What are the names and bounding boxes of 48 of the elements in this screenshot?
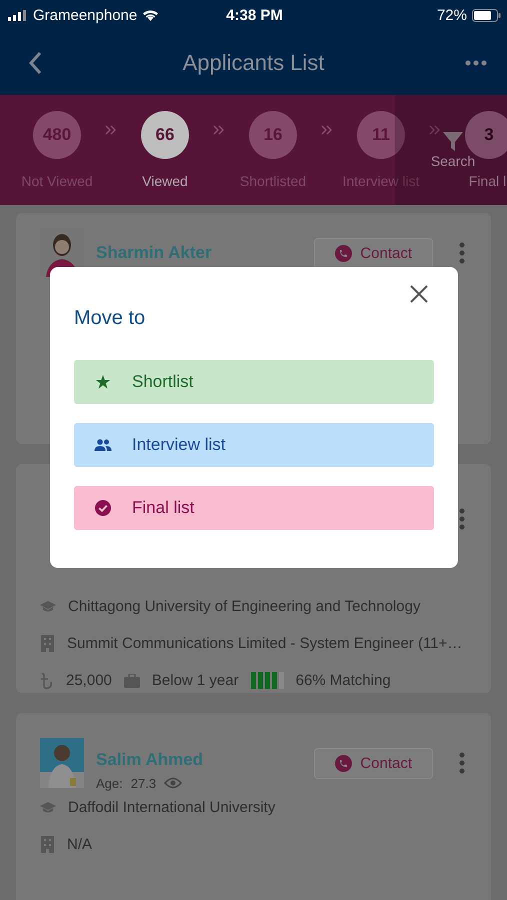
stage-label[interactable]: Final li [468,173,507,189]
move-option[interactable]: Final list [74,486,434,530]
back-icon[interactable] [28,50,42,74]
filter-icon [441,129,465,153]
phone-icon [335,754,352,772]
building-icon [40,635,55,652]
battery-icon [472,8,501,22]
age-value: 27.3 [130,776,156,790]
eye-icon[interactable] [164,777,182,789]
move-option[interactable]: Interview list [74,423,434,467]
stage-label[interactable]: Viewed [142,173,188,189]
salary-text: 25,000 [66,672,112,689]
experience-text: Below 1 year [152,672,239,689]
taka-icon [40,672,54,690]
job-text: N/A [67,836,92,853]
more-icon[interactable] [464,60,487,66]
graduation-cap-icon [40,600,56,612]
contact-button[interactable]: Contact [314,238,433,268]
briefcase-icon [124,674,140,688]
close-icon[interactable] [410,285,428,303]
contact-button[interactable]: Contact [314,748,433,778]
dialog-title: Move to [74,307,146,330]
clock-time: 4:38 PM [226,6,283,24]
education-text: Chittagong University of Engineering and Technology [68,598,420,615]
check-circle-icon [94,500,112,516]
age-label: Age: [96,776,123,790]
graduation-cap-icon [40,802,56,814]
chevrons-icon [105,125,117,135]
kebab-icon[interactable] [459,508,465,530]
education-text: Daffodil International University [68,799,276,816]
match-text: 66% Matching [296,672,391,689]
signal-icon [8,10,28,20]
building-icon [40,836,55,853]
phone-icon [335,244,352,262]
move-option[interactable]: Shortlist [74,360,434,404]
star-icon [94,375,112,389]
stage-count[interactable]: 66 [141,111,189,159]
job-text: Summit Communications Limited - System Engineer (11+… [67,635,462,652]
kebab-icon[interactable] [459,242,465,264]
carrier-name: Grameenphone [33,6,138,24]
battery-percent: 72% [436,6,467,24]
kebab-icon[interactable] [459,752,465,774]
chevrons-icon [429,125,441,135]
wifi-icon [142,9,160,21]
chevrons-icon [213,125,225,135]
chevrons-icon [321,125,333,135]
people-icon [94,439,112,451]
page-title: Applicants List [182,50,324,76]
